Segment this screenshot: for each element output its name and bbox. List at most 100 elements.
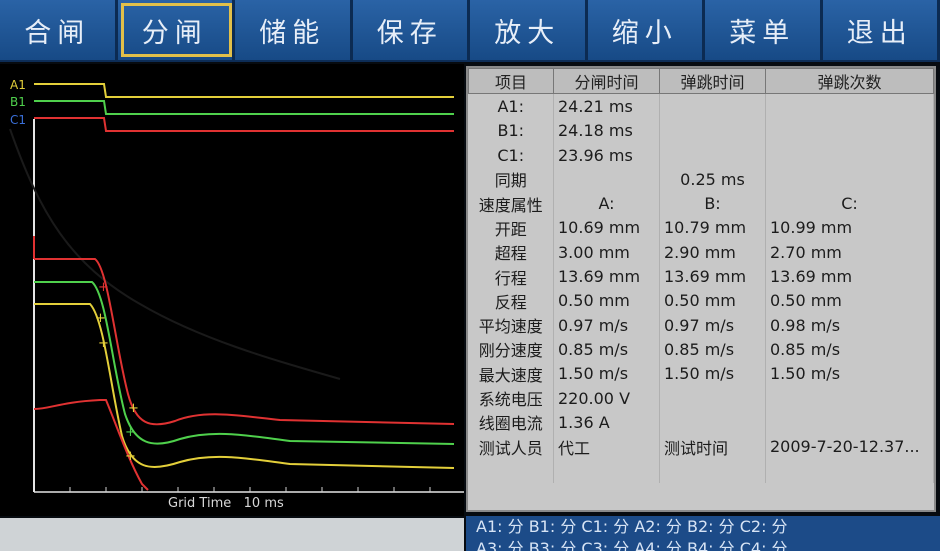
table-cell: 1.50 m/s xyxy=(659,361,766,386)
trace-c1-contact xyxy=(34,117,454,132)
table-cell: 10.69 mm xyxy=(553,215,660,241)
table-row: 系统电压 220.00 V xyxy=(468,385,934,411)
table-row: 速度属性 A: B: C: xyxy=(468,191,934,216)
table-cell: 24.18 ms xyxy=(553,118,660,143)
status-line-1: A1: 分 B1: 分 C1: 分 A2: 分 B2: 分 C2: 分 xyxy=(476,517,788,536)
table-cell: 23.96 ms xyxy=(553,142,660,168)
svg-text:+: + xyxy=(128,401,139,416)
table-cell: 超程 xyxy=(468,240,554,265)
table-cell: 行程 xyxy=(468,264,554,289)
table-cell: 0.50 mm xyxy=(765,288,934,313)
table-cell xyxy=(765,410,934,435)
waveform-plot: A1 B1 C1 + + + + + + Grid Time 10 ms xyxy=(0,64,464,516)
table-cell: 线圈电流 xyxy=(468,410,554,435)
toolbar-button-5[interactable]: 缩小 xyxy=(587,0,705,60)
header-item: 项目 xyxy=(468,68,554,95)
toolbar-button-3[interactable]: 保存 xyxy=(352,0,470,60)
svg-text:+: + xyxy=(95,311,106,326)
table-cell: 1.50 m/s xyxy=(553,361,660,386)
table-cell: 10.79 mm xyxy=(659,215,766,241)
table-row: 超程 3.00 mm 2.90 mm 2.70 mm xyxy=(468,240,934,265)
table-cell: A1: xyxy=(468,93,554,119)
table-cell xyxy=(659,458,766,484)
toolbar: 合闸 分闸 储能 保存 放大 缩小 菜单 退出 xyxy=(0,0,940,62)
toolbar-button-7[interactable]: 退出 xyxy=(822,0,940,60)
header-bounce-time: 弹跳时间 xyxy=(659,68,766,95)
table-cell xyxy=(765,385,934,411)
table-row: B1: 24.18 ms xyxy=(468,118,934,143)
table-cell: 220.00 V xyxy=(553,385,660,411)
grid-time-label: Grid Time 10 ms xyxy=(168,496,284,511)
status-line-2: A3: 分 B3: 分 C3: 分 A4: 分 B4: 分 C4: 分 xyxy=(476,539,788,551)
trace-a1-contact xyxy=(34,83,454,98)
table-row: 最大速度 1.50 m/s 1.50 m/s 1.50 m/s xyxy=(468,361,934,386)
toolbar-button-0[interactable]: 合闸 xyxy=(0,0,118,60)
table-cell xyxy=(468,458,554,484)
table-cell xyxy=(765,167,934,192)
table-cell: 13.69 mm xyxy=(765,264,934,289)
toolbar-button-4[interactable]: 放大 xyxy=(470,0,588,60)
table-cell: 0.50 mm xyxy=(659,288,766,313)
table-row: 行程 13.69 mm 13.69 mm 13.69 mm xyxy=(468,264,934,289)
table-cell: 反程 xyxy=(468,288,554,313)
table-cell xyxy=(659,385,766,411)
header-open-time: 分闸时间 xyxy=(553,68,660,95)
table-cell: 10.99 mm xyxy=(765,215,934,241)
table-row: A1: 24.21 ms xyxy=(468,93,934,119)
table-cell: 刚分速度 xyxy=(468,337,554,362)
results-table: 项目 分闸时间 弹跳时间 弹跳次数 A1: 24.21 ms B1: 24.18 ms… xyxy=(466,66,936,512)
table-cell: 0.85 m/s xyxy=(659,337,766,362)
table-cell: 2.90 mm xyxy=(659,240,766,265)
table-header-row: 项目 分闸时间 弹跳时间 弹跳次数 xyxy=(468,68,934,95)
table-cell: 0.85 m/s xyxy=(553,337,660,362)
svg-text:+: + xyxy=(125,425,136,440)
table-cell xyxy=(553,167,660,192)
channel-label-c1: C1 xyxy=(10,113,26,127)
table-cell: 0.50 mm xyxy=(553,288,660,313)
table-cell: 2.70 mm xyxy=(765,240,934,265)
table-cell xyxy=(659,142,766,168)
table-cell: C1: xyxy=(468,142,554,168)
toolbar-button-6[interactable]: 菜单 xyxy=(705,0,823,60)
channel-label-a1: A1 xyxy=(10,78,26,92)
header-bounce-count: 弹跳次数 xyxy=(765,68,934,95)
table-cell: B1: xyxy=(468,118,554,143)
table-row: 同期 0.25 ms xyxy=(468,167,934,192)
table-cell: 0.25 ms xyxy=(659,167,766,192)
trace-b1-contact xyxy=(34,100,454,115)
table-cell xyxy=(765,458,934,484)
table-cell: 开距 xyxy=(468,215,554,241)
table-cell xyxy=(659,118,766,143)
table-cell: 13.69 mm xyxy=(553,264,660,289)
table-cell: 测试人员 xyxy=(468,434,554,459)
table-row: 线圈电流 1.36 A xyxy=(468,410,934,435)
table-cell: 系统电压 xyxy=(468,385,554,411)
table-cell: 2009-7-20-12.37... xyxy=(765,434,934,459)
table-cell: 1.36 A xyxy=(553,410,660,435)
toolbar-button-1[interactable]: 分闸 xyxy=(117,0,235,60)
svg-text:+: + xyxy=(125,449,136,464)
table-cell xyxy=(553,458,660,484)
table-cell: 同期 xyxy=(468,167,554,192)
table-cell xyxy=(765,142,934,168)
trace-coil-decay xyxy=(9,128,341,380)
waveform-canvas: A1 B1 C1 + + + + + + xyxy=(9,78,464,493)
table-row: 刚分速度 0.85 m/s 0.85 m/s 0.85 m/s xyxy=(468,337,934,362)
table-cell xyxy=(659,93,766,119)
table-cell: 0.85 m/s xyxy=(765,337,934,362)
table-cell: B: xyxy=(659,191,766,216)
channel-label-b1: B1 xyxy=(10,95,26,109)
trace-travel-green xyxy=(34,281,455,445)
table-cell: 0.97 m/s xyxy=(659,312,766,338)
table-row xyxy=(468,458,934,484)
table-row: C1: 23.96 ms xyxy=(468,142,934,168)
table-cell xyxy=(659,410,766,435)
table-cell xyxy=(765,118,934,143)
table-cell xyxy=(765,93,934,119)
table-cell: C: xyxy=(765,191,934,216)
table-cell: A: xyxy=(553,191,660,216)
table-cell: 0.98 m/s xyxy=(765,312,934,338)
table-cell: 13.69 mm xyxy=(659,264,766,289)
toolbar-button-2[interactable]: 储能 xyxy=(235,0,353,60)
table-cell: 0.97 m/s xyxy=(553,312,660,338)
